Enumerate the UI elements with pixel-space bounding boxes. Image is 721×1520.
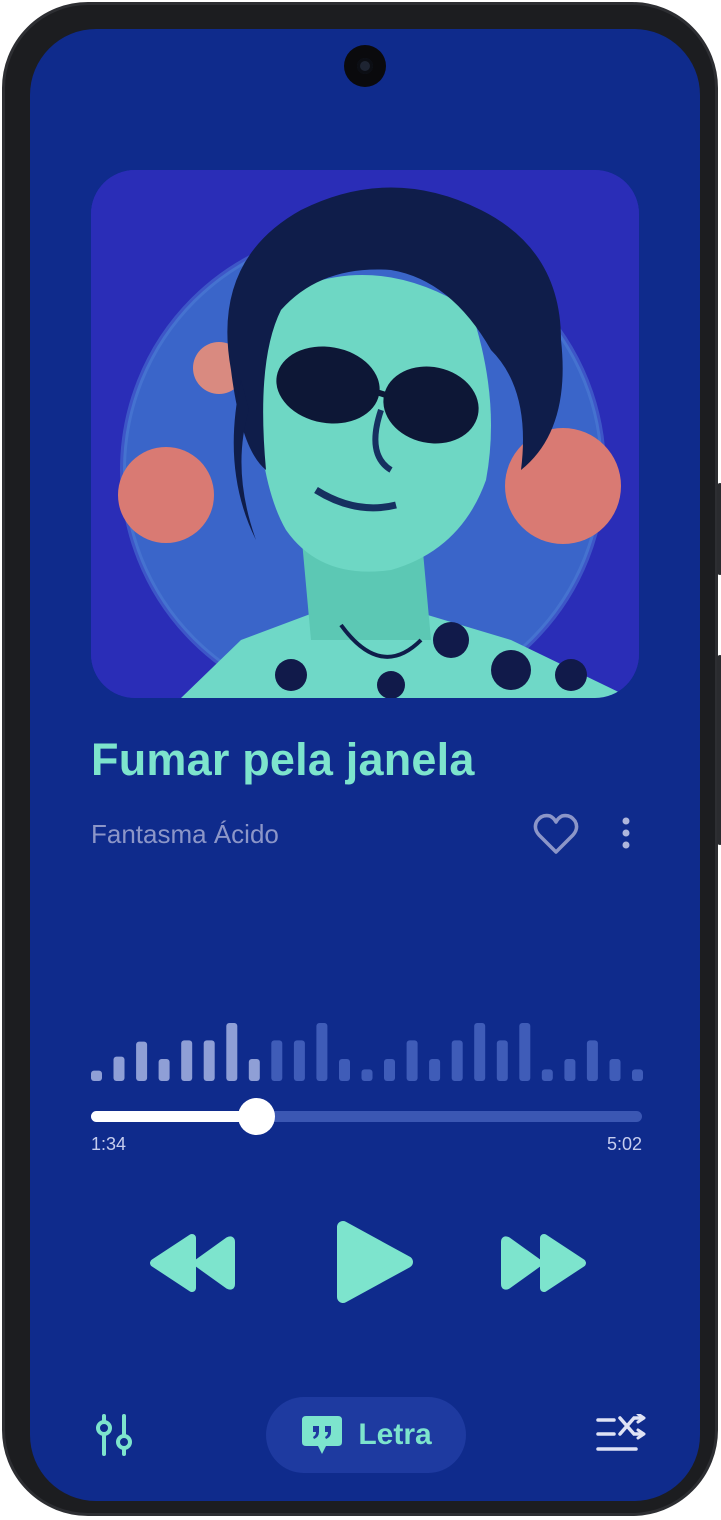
waveform-bar <box>451 1040 463 1081</box>
current-time: 1:34 <box>91 1134 127 1154</box>
waveform-bar <box>91 1070 102 1081</box>
waveform-bar <box>136 1041 148 1081</box>
waveform-bar <box>181 1040 193 1081</box>
waveform-bar <box>203 1040 215 1081</box>
waveform-bar <box>384 1059 395 1081</box>
waveform-bar <box>406 1040 418 1081</box>
waveform-bar <box>248 1059 260 1081</box>
more-options-icon[interactable] <box>612 815 640 855</box>
waveform-bar <box>586 1040 598 1081</box>
album-art <box>91 170 639 698</box>
power-button <box>717 655 721 845</box>
waveform-bar <box>496 1040 508 1081</box>
waveform-bar <box>293 1040 305 1081</box>
total-time: 5:02 <box>606 1134 642 1154</box>
waveform-bar <box>609 1059 621 1081</box>
waveform-bar <box>113 1056 125 1081</box>
waveform-bar <box>339 1059 350 1081</box>
lyrics-label: Letra <box>358 1418 432 1451</box>
quote-bubble-icon <box>302 1416 343 1454</box>
fast-forward-icon[interactable] <box>498 1234 588 1292</box>
waveform-bar <box>158 1059 170 1081</box>
phone-frame: Fumar pela janela Fantasma Ácido 1:34 5:… <box>2 2 721 1516</box>
song-title: Fumar pela janela <box>91 734 475 785</box>
progress-thumb[interactable] <box>238 1098 276 1135</box>
artist-name[interactable]: Fantasma Ácido <box>91 819 279 850</box>
waveform-bar <box>632 1069 643 1081</box>
play-icon[interactable] <box>333 1217 415 1307</box>
waveform-bar <box>474 1023 486 1081</box>
heart-icon[interactable] <box>532 812 580 856</box>
waveform-bar <box>226 1023 238 1081</box>
front-camera <box>344 45 386 87</box>
waveform-bar <box>564 1059 576 1081</box>
progress-fill <box>91 1111 257 1122</box>
waveform-bar <box>361 1069 373 1081</box>
waveform-bar <box>541 1069 553 1081</box>
rewind-icon[interactable] <box>148 1234 238 1292</box>
waveform-bar <box>519 1023 531 1081</box>
waveform <box>91 1023 643 1081</box>
lyrics-button[interactable]: Letra <box>266 1397 466 1473</box>
player-screen: Fumar pela janela Fantasma Ácido 1:34 5:… <box>30 29 700 1501</box>
waveform-bar <box>429 1059 441 1081</box>
progress-slider[interactable] <box>91 1098 642 1135</box>
equalizer-icon[interactable] <box>94 1414 134 1456</box>
volume-button <box>717 483 721 575</box>
waveform-bar <box>316 1023 328 1081</box>
queue-shuffle-icon[interactable] <box>596 1414 648 1454</box>
waveform-bar <box>271 1040 283 1081</box>
